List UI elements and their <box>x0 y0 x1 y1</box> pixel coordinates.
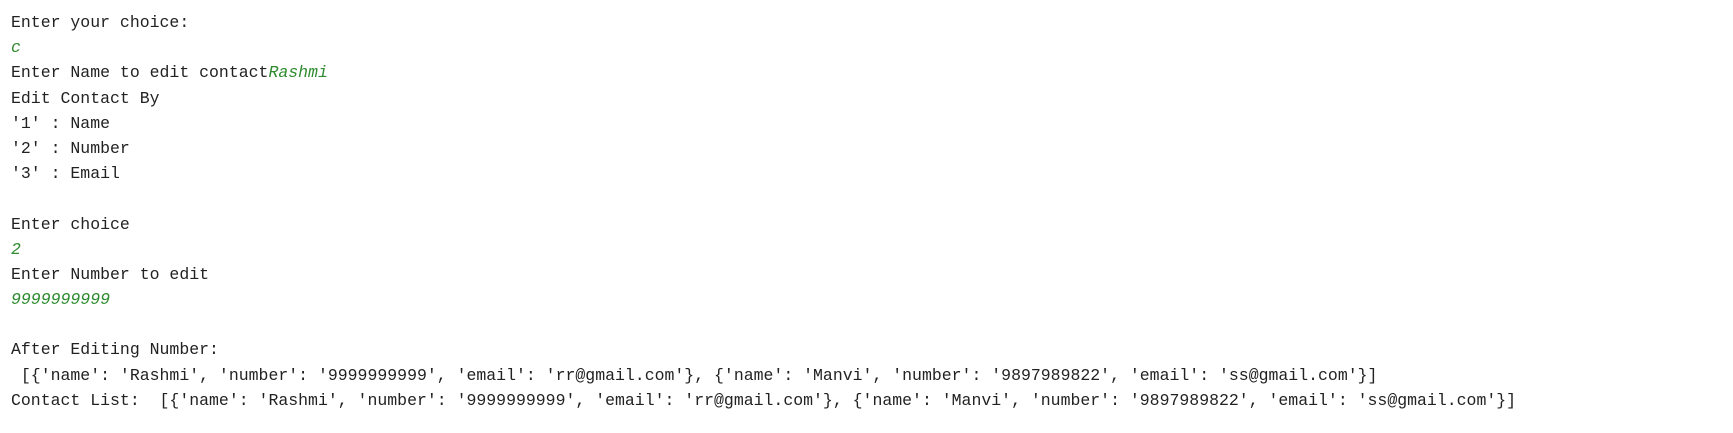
option-email: '3' : Email <box>11 164 120 184</box>
after-editing-label: After Editing Number: <box>11 340 219 360</box>
option-number: '2' : Number <box>11 138 130 158</box>
prompt-enter-name: Enter Name to edit contact <box>11 63 269 83</box>
input-choice: c <box>11 38 21 58</box>
input-name: Rashmi <box>268 63 328 83</box>
prompt-enter-number: Enter Number to edit <box>11 264 210 284</box>
prompt-enter-your-choice: Enter your choice: <box>11 13 190 32</box>
option-name: '1' : Name <box>11 113 111 133</box>
edit-contact-by-heading: Edit Contact By <box>11 88 160 108</box>
contact-list: Contact List: [{'name': 'Rashmi', 'numbe… <box>11 390 1517 410</box>
input-number: 9999999999 <box>11 290 111 310</box>
console-output: Enter your choice: c Enter Name to edit … <box>0 0 1733 433</box>
after-editing-value: [{'name': 'Rashmi', 'number': '999999999… <box>11 365 1378 385</box>
prompt-enter-choice: Enter choice <box>11 214 130 234</box>
prompt-enter-name-line: Enter Name to edit contactRashmi <box>11 60 1733 85</box>
input-enter-choice: 2 <box>11 239 21 259</box>
